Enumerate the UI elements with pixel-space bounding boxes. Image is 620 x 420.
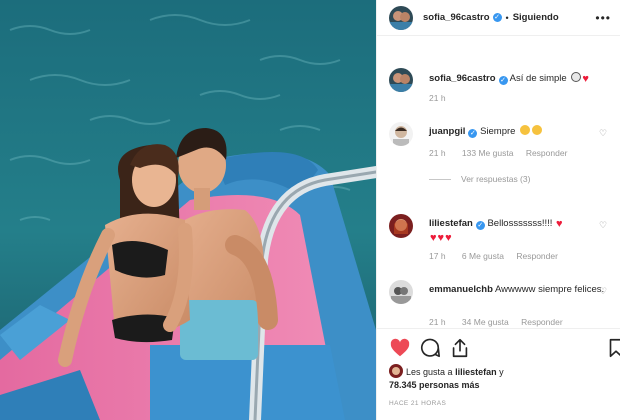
replies-line [429, 179, 451, 181]
comment-time: 21 h [429, 148, 446, 158]
post-header: sofia_96castro ✓ • Siguiendo ••• [377, 0, 620, 36]
verified-icon: ✓ [492, 13, 502, 22]
verified-icon: ✓ [498, 76, 508, 85]
red-heart-emoji-icon: ♥ [430, 232, 437, 244]
comment-body: Siempre [480, 126, 516, 137]
view-replies-button[interactable]: Ver respuestas (3) [429, 174, 530, 184]
wink-emoji-icon [532, 125, 543, 135]
heart-outline-icon[interactable]: ♡ [599, 128, 609, 138]
caption-username[interactable]: sofia_96castro [429, 73, 496, 84]
view-replies-label: Ver respuestas (3) [461, 174, 531, 184]
likes-prefix: Les gusta a [406, 367, 453, 377]
share-icon[interactable] [449, 337, 471, 359]
post-timestamp[interactable]: HACE 21 HORAS [389, 400, 446, 407]
instagram-post: sofia_96castro ✓ • Siguiendo ••• sofia_9… [0, 0, 620, 420]
caption-time: 21 h [429, 93, 446, 103]
verified-icon: ✓ [468, 129, 478, 138]
likes-summary: Les gusta a liliestefan y 78.345 persona… [389, 364, 504, 392]
comment-meta: 17 h 6 Me gusta Responder [429, 251, 572, 261]
avatar[interactable] [389, 68, 413, 92]
comment-meta: 21 h 34 Me gusta Responder [429, 317, 577, 327]
separator-dot: • [505, 12, 509, 23]
red-heart-emoji-icon: ♥ [582, 73, 589, 85]
reply-button[interactable]: Responder [516, 251, 558, 261]
comment-icon[interactable] [419, 337, 441, 359]
reply-button[interactable]: Responder [521, 317, 563, 327]
post-photo[interactable] [0, 0, 376, 420]
post-side-panel: sofia_96castro ✓ • Siguiendo ••• sofia_9… [376, 0, 620, 420]
comment-text: juanpgil ✓ Siempre [429, 125, 605, 138]
comment-meta: 21 h 133 Me gusta Responder [429, 148, 581, 158]
verified-icon: ✓ [475, 221, 485, 230]
avatar[interactable] [389, 5, 413, 30]
author-username[interactable]: sofia_96castro [423, 12, 490, 23]
comment-likes[interactable]: 6 Me gusta [462, 251, 504, 261]
comment-likes[interactable]: 34 Me gusta [462, 317, 509, 327]
comment-body: Awwwww siempre felices. [495, 284, 605, 295]
avatar[interactable] [389, 122, 413, 146]
likes-username[interactable]: liliestefan [455, 367, 497, 377]
caption-text: sofia_96castro ✓ Así de simple ♥ [429, 72, 605, 86]
heart-outline-icon[interactable]: ♡ [599, 220, 609, 230]
red-heart-emoji-icon: ♥ [437, 232, 445, 244]
likes-count[interactable]: 78.345 personas más [389, 380, 480, 390]
likes-conj: y [499, 367, 504, 377]
avatar[interactable] [389, 280, 413, 304]
heart-icon[interactable] [389, 337, 411, 359]
following-button[interactable]: Siguiendo [513, 12, 559, 23]
bookmark-icon[interactable] [605, 337, 620, 359]
caption-body: Así de simple [509, 73, 567, 84]
reply-button[interactable]: Responder [526, 148, 568, 158]
comment-username[interactable]: juanpgil [429, 126, 465, 137]
caption-meta: 21 h [429, 93, 460, 103]
comment-text: emmanuelchb Awwwww siempre felices. [429, 283, 605, 296]
comment-text: liliestefan ✓ Bellosssssss!!!! ♥ ♥♥♥ [429, 217, 605, 245]
comment-time: 21 h [429, 317, 446, 327]
comment-username[interactable]: liliestefan [429, 218, 473, 229]
avatar[interactable] [389, 364, 403, 378]
cat-emoji-icon [571, 72, 582, 82]
comment-username[interactable]: emmanuelchb [429, 284, 493, 295]
ellipsis-icon[interactable]: ••• [595, 11, 611, 25]
comments-list: sofia_96castro ✓ Así de simple ♥ 21 h jua… [377, 36, 620, 328]
grin-emoji-icon [520, 125, 531, 135]
avatar[interactable] [389, 214, 413, 238]
red-heart-emoji-icon: ♥ [445, 232, 452, 244]
comment-body: Bellosssssss!!!! [487, 218, 553, 229]
comment-likes[interactable]: 133 Me gusta [462, 148, 514, 158]
red-heart-emoji-icon: ♥ [556, 218, 563, 230]
boat-couple-image [0, 0, 376, 420]
heart-outline-icon[interactable]: ♡ [599, 286, 609, 296]
comment-time: 17 h [429, 251, 446, 261]
